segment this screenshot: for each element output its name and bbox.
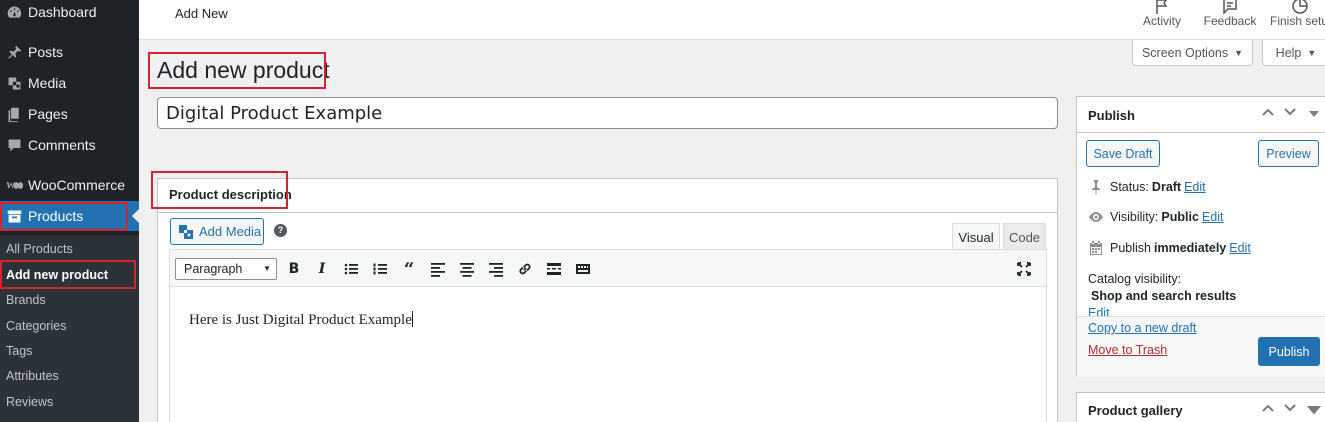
submenu-attributes[interactable]: Attributes	[6, 366, 59, 386]
editor-content-area[interactable]: Here is Just Digital Product Example	[169, 287, 1047, 422]
caret-down-icon: ▼	[1307, 47, 1317, 58]
tab-code[interactable]: Code	[1003, 223, 1046, 250]
format-select[interactable]: Paragraph ▼	[175, 258, 277, 280]
link-icon[interactable]	[515, 259, 535, 279]
status-edit-link[interactable]: Edit	[1184, 180, 1206, 194]
publish-date-edit-link[interactable]: Edit	[1229, 241, 1251, 255]
flag-icon	[1132, 0, 1192, 14]
publish-date-row: Publish immediately Edit	[1088, 240, 1251, 256]
copy-to-draft-link[interactable]: Copy to a new draft	[1088, 321, 1196, 335]
submenu-reviews[interactable]: Reviews	[6, 392, 53, 412]
gallery-title: Product gallery	[1088, 403, 1183, 418]
move-down-icon[interactable]	[1283, 105, 1301, 123]
add-media-button[interactable]: Add Media	[170, 218, 264, 245]
sidebar-item-label: Products	[28, 208, 84, 224]
move-up-icon[interactable]	[1261, 105, 1279, 123]
visibility-row: Visibility: Public Edit	[1088, 209, 1223, 225]
products-submenu: All Products Add new product Brands Cate…	[0, 235, 139, 422]
blockquote-icon[interactable]: “	[399, 259, 419, 280]
submenu-all-products[interactable]: All Products	[6, 239, 73, 259]
publish-button[interactable]: Publish	[1258, 337, 1320, 366]
caret-down-icon: ▼	[263, 264, 271, 273]
activity-button[interactable]: Activity	[1132, 0, 1192, 28]
sidebar-item-dashboard[interactable]: Dashboard	[0, 0, 139, 27]
bullet-list-icon[interactable]	[341, 259, 361, 279]
toggle-panel-icon[interactable]	[1307, 107, 1325, 125]
caret-down-icon: ▼	[1234, 47, 1244, 58]
sidebar-item-posts[interactable]: Posts	[0, 37, 139, 67]
fullscreen-icon[interactable]	[1014, 259, 1034, 279]
align-right-icon[interactable]	[486, 259, 506, 279]
read-more-icon[interactable]	[544, 259, 564, 279]
product-title-input[interactable]	[157, 97, 1058, 129]
status-row: Status: Draft Edit	[1088, 179, 1206, 195]
align-left-icon[interactable]	[428, 259, 448, 279]
align-center-icon[interactable]	[457, 259, 477, 279]
sidebar-item-label: Media	[28, 75, 67, 91]
feedback-button[interactable]: Feedback	[1197, 0, 1263, 28]
toolbar-toggle-icon[interactable]	[573, 259, 593, 279]
archive-icon	[4, 206, 24, 226]
dashboard-icon	[4, 2, 24, 22]
move-to-trash-link[interactable]: Move to Trash	[1088, 343, 1167, 357]
preview-button[interactable]: Preview	[1258, 140, 1319, 167]
text-cursor	[411, 311, 413, 327]
divider	[158, 212, 1057, 213]
submenu-add-new-product[interactable]: Add new product	[6, 265, 108, 285]
submenu-tags[interactable]: Tags	[6, 341, 32, 361]
sidebar-item-label: Comments	[28, 137, 96, 153]
sidebar-item-label: Dashboard	[28, 4, 97, 20]
sidebar-item-media[interactable]: Media	[0, 68, 139, 98]
media-icon	[4, 73, 24, 93]
submenu-categories[interactable]: Categories	[6, 316, 66, 336]
pages-icon	[4, 104, 24, 124]
media-icon	[179, 224, 193, 239]
move-up-icon[interactable]	[1261, 401, 1279, 419]
top-header: Add New Activity Feedback Finish setu	[139, 0, 1325, 40]
product-description-box: Product description Add Media ? Visual C…	[157, 178, 1058, 422]
visibility-edit-link[interactable]: Edit	[1202, 210, 1224, 224]
publish-title: Publish	[1088, 108, 1135, 123]
page-title: Add new product	[157, 57, 330, 83]
tab-visual[interactable]: Visual	[952, 223, 1000, 250]
numbered-list-icon[interactable]	[370, 259, 390, 279]
calendar-icon	[1090, 241, 1102, 255]
catalog-visibility-row: Catalog visibility: Shop and search resul…	[1088, 271, 1323, 322]
help-icon[interactable]: ?	[274, 224, 287, 237]
feedback-icon	[1197, 0, 1263, 14]
move-down-icon[interactable]	[1283, 401, 1301, 419]
sidebar-item-label: Pages	[28, 106, 68, 122]
editor-text: Here is Just Digital Product Example	[189, 311, 413, 328]
sidebar-item-products[interactable]: Products	[0, 201, 139, 231]
save-draft-button[interactable]: Save Draft	[1086, 140, 1160, 167]
help-button[interactable]: Help ▼	[1262, 40, 1325, 66]
sidebar-item-comments[interactable]: Comments	[0, 130, 139, 160]
comment-icon	[4, 135, 24, 155]
publish-header: Publish	[1077, 97, 1325, 133]
admin-sidebar: Dashboard Posts Media Pages Comments Woo…	[0, 0, 139, 422]
finish-setup-button[interactable]: Finish setu	[1270, 0, 1325, 28]
sidebar-item-label: Posts	[28, 44, 64, 60]
eye-icon	[1089, 212, 1103, 222]
toggle-panel-icon[interactable]	[1306, 403, 1325, 421]
woocommerce-icon	[4, 175, 24, 195]
editor-toolbar: Paragraph ▼ B I “	[169, 249, 1047, 287]
pin-icon	[1092, 180, 1100, 194]
pin-icon	[4, 42, 24, 62]
sidebar-item-woocommerce[interactable]: WooCommerce	[0, 170, 139, 200]
progress-icon	[1270, 0, 1325, 14]
sidebar-item-label: WooCommerce	[28, 177, 125, 193]
italic-icon[interactable]: I	[312, 259, 332, 279]
submenu-brands[interactable]: Brands	[6, 290, 46, 310]
bold-icon[interactable]: B	[284, 259, 304, 279]
screen-options-button[interactable]: Screen Options ▼	[1132, 40, 1253, 66]
product-gallery-box: Product gallery	[1076, 392, 1325, 422]
header-title: Add New	[175, 6, 228, 21]
sidebar-item-pages[interactable]: Pages	[0, 99, 139, 129]
description-title: Product description	[169, 187, 292, 202]
current-arrow	[132, 209, 139, 223]
publish-box: Publish Save Draft Preview Status: Draft …	[1076, 96, 1325, 377]
